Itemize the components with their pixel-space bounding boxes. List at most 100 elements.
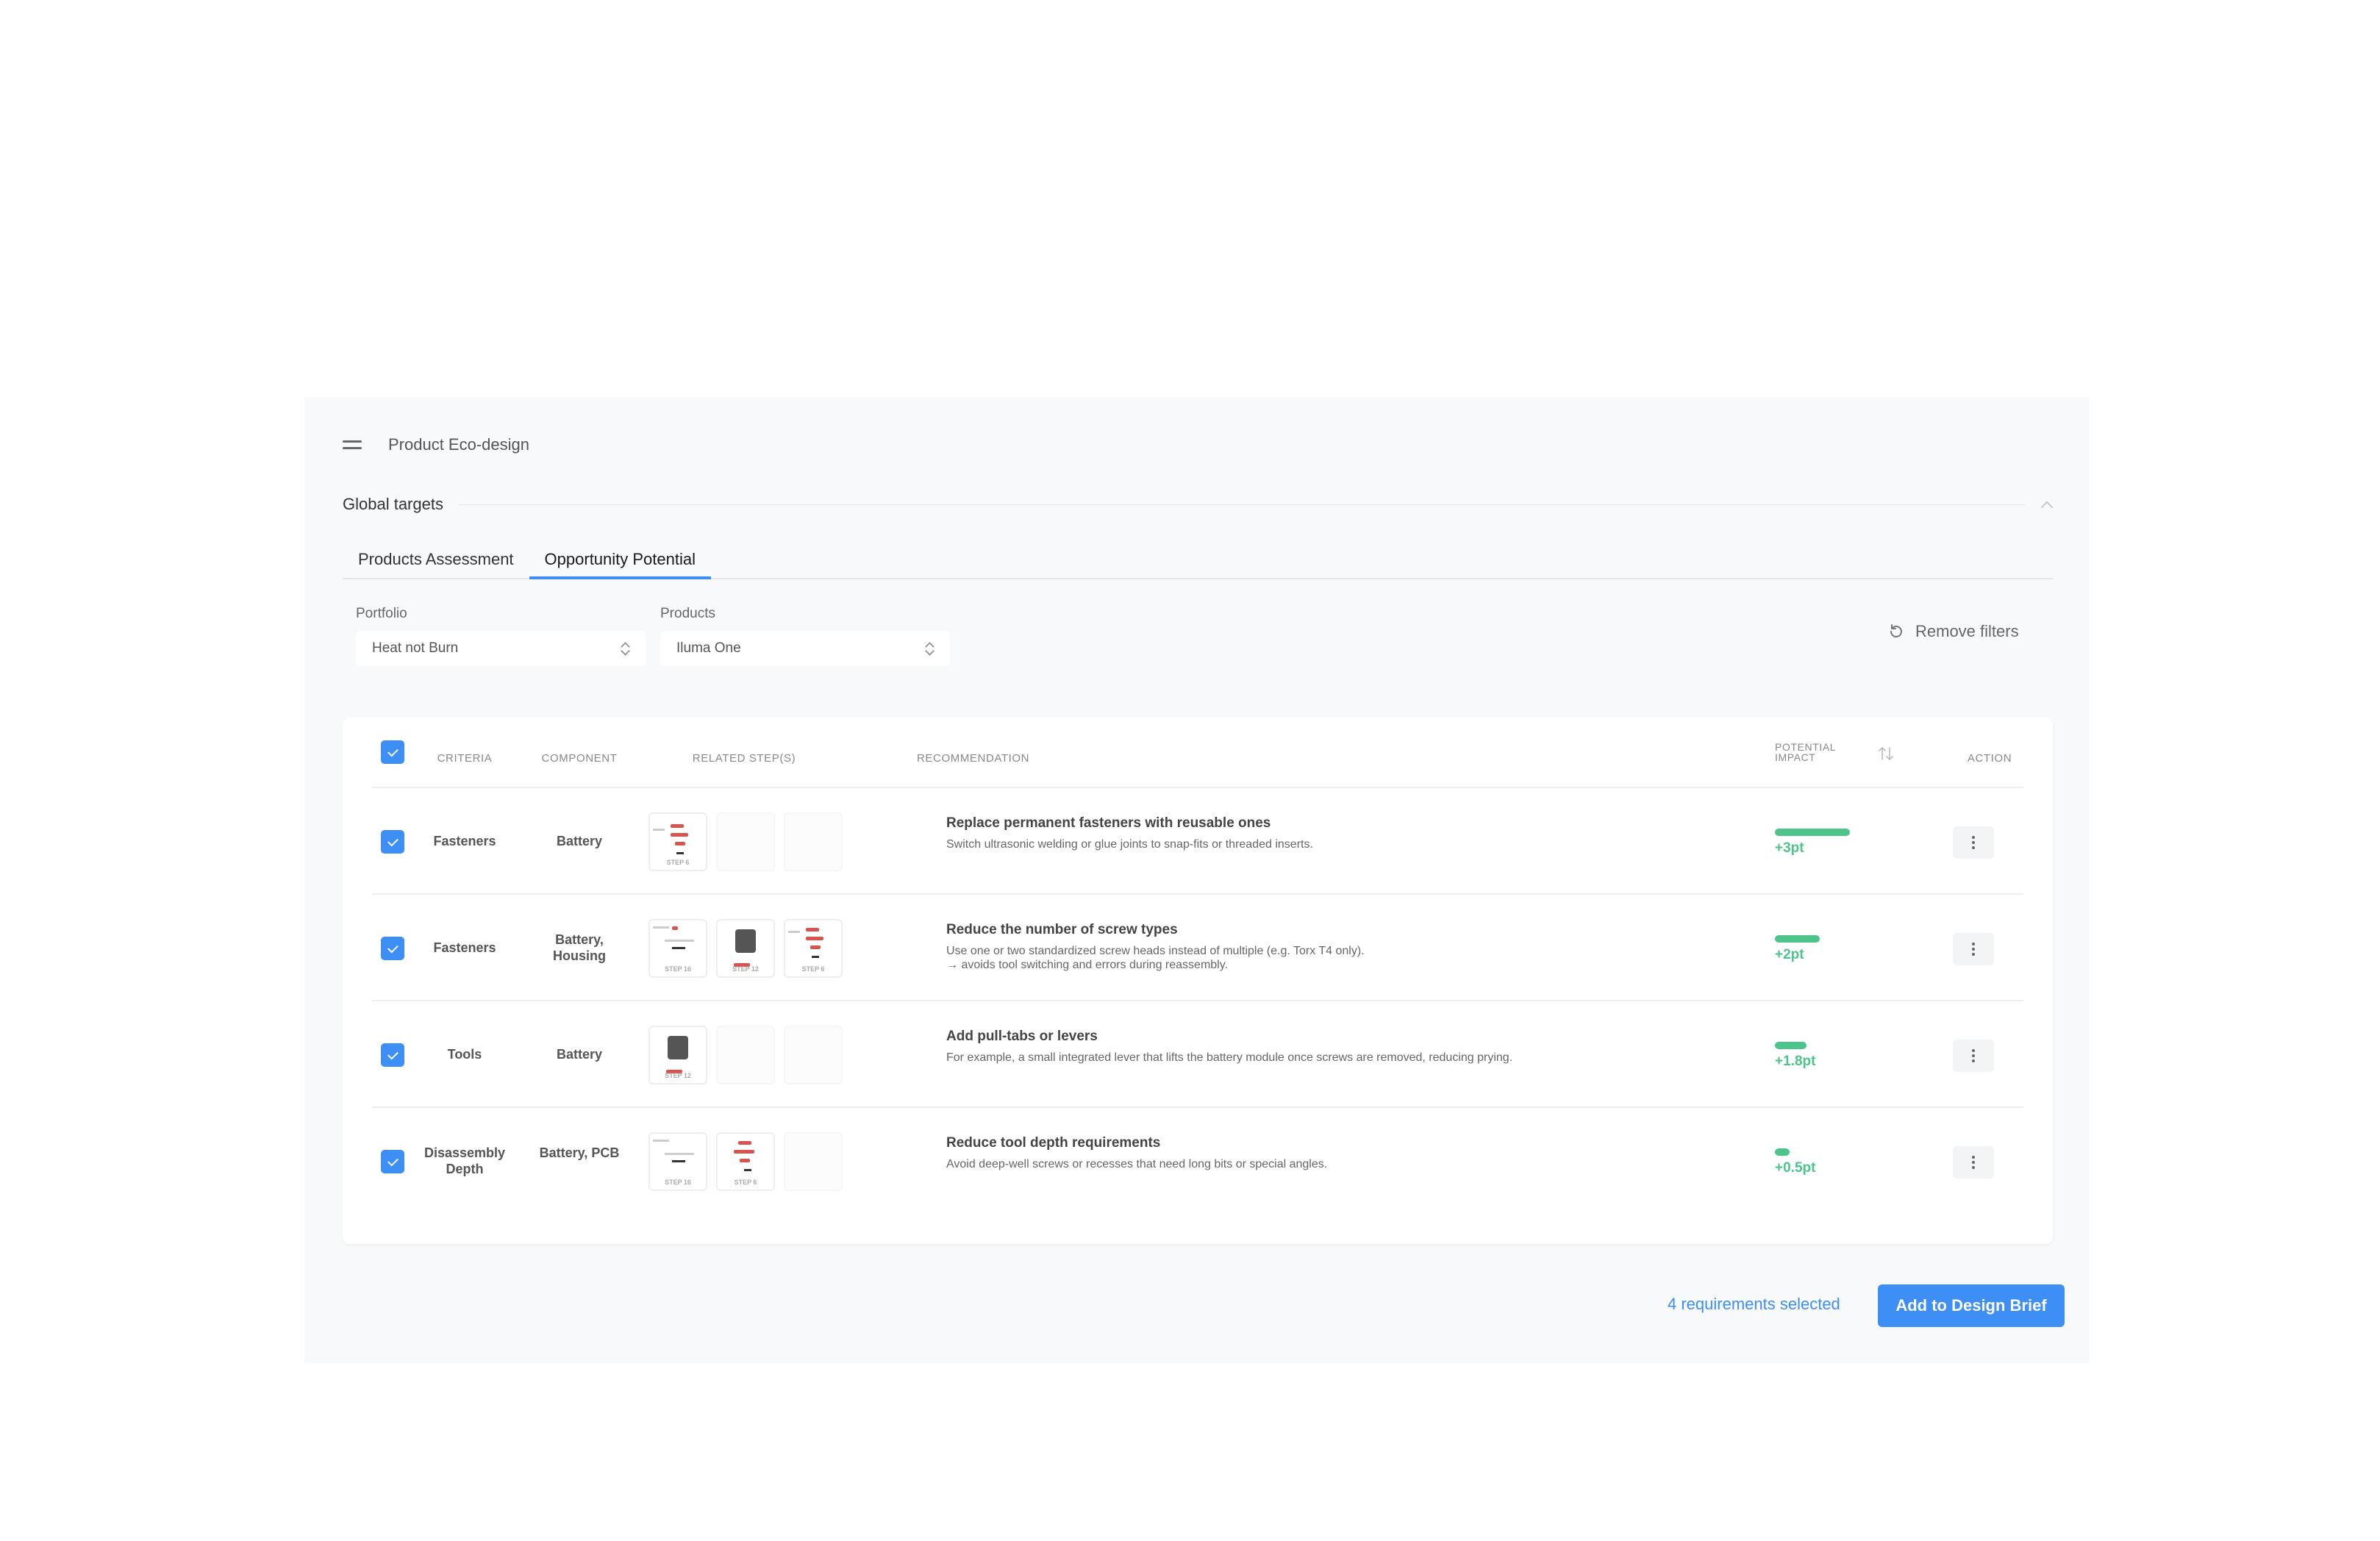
related-steps: STEP 16 STEP 12 STEP 6 xyxy=(648,919,851,978)
recommendation-title: Reduce tool depth requirements xyxy=(946,1135,1161,1151)
header-criteria: CRITERIA xyxy=(437,752,493,765)
portfolio-filter: Portfolio Heat not Burn xyxy=(356,606,646,666)
recommendation-desc: For example, a small integrated lever th… xyxy=(946,1051,1513,1064)
sort-icon[interactable] xyxy=(1878,745,1894,762)
component-cell: Battery xyxy=(556,834,603,848)
header-potential-impact[interactable]: POTENTIAL IMPACT xyxy=(1775,742,1836,762)
step-thumbnail[interactable]: STEP 12 xyxy=(716,919,775,978)
global-targets-section: Global targets xyxy=(343,495,2053,514)
impact-bar xyxy=(1775,1042,1807,1049)
impact-cell: +1.8pt xyxy=(1775,1042,1815,1070)
header-action: ACTION xyxy=(1967,752,2012,765)
row-checkbox[interactable] xyxy=(381,937,404,960)
row-checkbox[interactable] xyxy=(381,830,404,854)
header-recommendation: RECOMMENDATION xyxy=(917,752,1030,765)
step-thumbnail[interactable]: STEP 12 xyxy=(648,1026,707,1084)
updown-chevron-icon xyxy=(621,640,629,657)
related-steps: STEP 16 STEP 6 xyxy=(648,1132,851,1191)
recommendation-cell: Reduce the number of screw types Use one… xyxy=(946,922,1682,972)
impact-bar xyxy=(1775,829,1850,836)
impact-cell: +3pt xyxy=(1775,829,1850,857)
section-title: Global targets xyxy=(343,495,443,513)
header-component: COMPONENT xyxy=(541,752,618,765)
products-value: Iluma One xyxy=(676,640,741,656)
step-thumbnail[interactable]: STEP 16 xyxy=(648,919,707,978)
step-label: STEP 6 xyxy=(734,1179,757,1186)
step-label: STEP 16 xyxy=(665,965,691,973)
more-options-button[interactable] xyxy=(1953,933,1994,965)
impact-bar xyxy=(1775,1148,1790,1156)
component-cell: Battery, Housing xyxy=(553,932,606,963)
updown-chevron-icon xyxy=(925,640,934,657)
remove-filters-label: Remove filters xyxy=(1915,622,2019,640)
recommendation-desc: Avoid deep-well screws or recesses that … xyxy=(946,1158,1328,1170)
tab-bar: Products Assessment Opportunity Potentia… xyxy=(343,541,2053,579)
impact-cell: +0.5pt xyxy=(1775,1148,1815,1176)
hamburger-icon[interactable] xyxy=(343,438,362,451)
step-placeholder xyxy=(784,1026,843,1084)
more-options-button[interactable] xyxy=(1953,1146,1994,1179)
impact-value: +1.8pt xyxy=(1775,1054,1816,1069)
recommendation-title: Reduce the number of screw types xyxy=(946,922,1178,937)
requirements-table: CRITERIA COMPONENT RELATED STEP(S) RECOM… xyxy=(343,718,2053,1244)
products-label: Products xyxy=(660,606,715,621)
row-checkbox[interactable] xyxy=(381,1043,404,1067)
component-cell: Battery xyxy=(556,1047,603,1062)
recommendation-title: Add pull-tabs or levers xyxy=(946,1029,1098,1044)
step-label: STEP 12 xyxy=(665,1072,691,1079)
related-steps: STEP 6 xyxy=(648,812,851,871)
recommendation-note: → avoids tool switching and errors durin… xyxy=(946,959,1228,971)
recommendation-cell: Reduce tool depth requirements Avoid dee… xyxy=(946,1135,1682,1171)
chevron-up-icon[interactable] xyxy=(2040,498,2053,511)
impact-bar xyxy=(1775,935,1820,943)
main-panel: Product Eco-design Global targets Produc… xyxy=(304,397,2090,1363)
step-thumbnail[interactable]: STEP 6 xyxy=(648,812,707,871)
recommendation-cell: Add pull-tabs or levers For example, a s… xyxy=(946,1029,1682,1065)
impact-value: +3pt xyxy=(1775,840,1804,856)
products-filter: Products Iluma One xyxy=(660,606,950,666)
remove-filters-button[interactable]: Remove filters xyxy=(1887,622,2019,641)
criteria-cell: Disassembly Depth xyxy=(424,1145,506,1176)
tab-opportunity-potential[interactable]: Opportunity Potential xyxy=(529,541,712,579)
criteria-cell: Tools xyxy=(447,1047,482,1062)
step-label: STEP 12 xyxy=(732,965,759,973)
row-checkbox[interactable] xyxy=(381,1150,404,1173)
component-cell: Battery, PCB xyxy=(539,1145,620,1160)
portfolio-select[interactable]: Heat not Burn xyxy=(356,631,646,666)
add-to-design-brief-button[interactable]: Add to Design Brief xyxy=(1878,1284,2065,1327)
recommendation-desc: Use one or two standardized screw heads … xyxy=(946,945,1365,957)
table-row: Tools Battery STEP 12 Add pull-tabs or l… xyxy=(372,1000,2023,1106)
step-label: STEP 6 xyxy=(666,859,690,866)
select-all-checkbox[interactable] xyxy=(381,740,404,764)
selected-count: 4 requirements selected xyxy=(1668,1295,1840,1313)
recommendation-cell: Replace permanent fasteners with reusabl… xyxy=(946,815,1682,851)
step-label: STEP 16 xyxy=(665,1179,691,1186)
app-header: Product Eco-design xyxy=(343,435,529,454)
step-placeholder xyxy=(784,812,843,871)
recommendation-desc: Switch ultrasonic welding or glue joints… xyxy=(946,838,1313,851)
app-title: Product Eco-design xyxy=(388,435,529,454)
portfolio-label: Portfolio xyxy=(356,606,407,621)
step-thumbnail[interactable]: STEP 16 xyxy=(648,1132,707,1191)
reset-icon xyxy=(1890,624,1902,637)
impact-value: +0.5pt xyxy=(1775,1160,1816,1176)
impact-cell: +2pt xyxy=(1775,935,1820,963)
step-placeholder xyxy=(784,1132,843,1191)
impact-value: +2pt xyxy=(1775,947,1804,962)
more-options-button[interactable] xyxy=(1953,1040,1994,1072)
criteria-cell: Fasteners xyxy=(433,940,496,955)
tab-products-assessment[interactable]: Products Assessment xyxy=(343,541,529,579)
recommendation-title: Replace permanent fasteners with reusabl… xyxy=(946,815,1271,831)
products-select[interactable]: Iluma One xyxy=(660,631,950,666)
header-related-steps: RELATED STEP(S) xyxy=(692,752,796,765)
step-thumbnail[interactable]: STEP 6 xyxy=(716,1132,775,1191)
section-divider xyxy=(457,504,2025,505)
related-steps: STEP 12 xyxy=(648,1026,851,1084)
criteria-cell: Fasteners xyxy=(433,834,496,848)
portfolio-value: Heat not Burn xyxy=(372,640,459,656)
table-row: Disassembly Depth Battery, PCB STEP 16 S… xyxy=(372,1106,2023,1213)
step-placeholder xyxy=(716,1026,775,1084)
step-thumbnail[interactable]: STEP 6 xyxy=(784,919,843,978)
more-options-button[interactable] xyxy=(1953,826,1994,859)
table-row: Fasteners Battery STEP 6 Replace permane… xyxy=(372,787,2023,893)
